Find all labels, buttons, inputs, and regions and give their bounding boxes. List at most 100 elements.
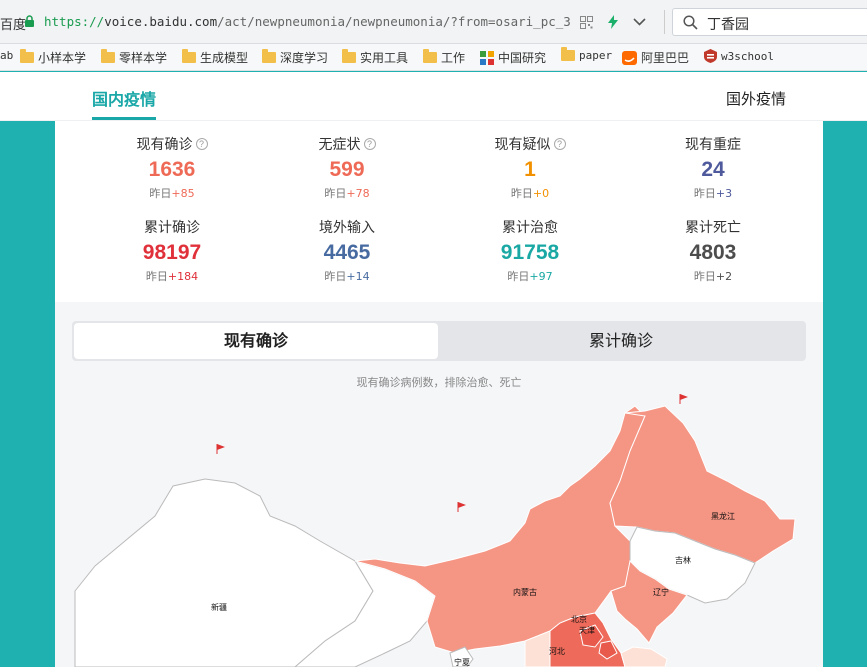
stat-total-confirmed: 累计确诊 98197 昨日+184 bbox=[82, 218, 262, 284]
province-label-jilin: 吉林 bbox=[675, 555, 691, 565]
domestic-card: 现有确诊? 1636 昨日+85 无症状? 599 昨日+78 现有疑似? 1 … bbox=[55, 121, 823, 667]
chevron-down-icon[interactable] bbox=[633, 18, 646, 26]
lightning-icon[interactable] bbox=[607, 15, 619, 29]
url-field[interactable]: https://voice.baidu.com/act/newpneumonia… bbox=[44, 14, 571, 29]
qr-code-icon[interactable] bbox=[580, 15, 593, 29]
delta-value: +3 bbox=[715, 187, 733, 200]
stats-panel: 现有确诊? 1636 昨日+85 无症状? 599 昨日+78 现有疑似? 1 … bbox=[55, 121, 823, 302]
province-label-liaoning: 辽宁 bbox=[653, 587, 669, 597]
stat-value: 1636 bbox=[148, 158, 196, 181]
cnki-icon bbox=[480, 50, 494, 65]
stat-label: 现有疑似 bbox=[494, 137, 551, 153]
province-label-ningxia: 宁夏 bbox=[454, 657, 470, 667]
province-label-neimenggu: 内蒙古 bbox=[513, 587, 537, 597]
bookmarks-bar: ab 小样本学 零样本学 生成模型 深度学习 实用工具 工作 中国研究 pape… bbox=[0, 44, 867, 71]
delta-prefix: 昨日 bbox=[510, 187, 533, 200]
map-mode-switcher: 现有确诊 累计确诊 bbox=[72, 321, 806, 361]
stat-asymptomatic: 无症状? 599 昨日+78 bbox=[257, 135, 437, 201]
stat-label: 累计确诊 bbox=[144, 220, 200, 236]
folder-icon bbox=[423, 49, 437, 63]
stat-recovered: 累计治愈 91758 昨日+97 bbox=[440, 218, 620, 284]
delta-value: +184 bbox=[167, 270, 199, 283]
bookmark-deep-learning[interactable]: 深度学习 bbox=[262, 49, 328, 66]
bookmark-generative-models[interactable]: 生成模型 bbox=[182, 49, 248, 66]
folder-icon bbox=[182, 49, 196, 63]
stat-label: 现有重症 bbox=[685, 137, 741, 153]
delta-prefix: 昨日 bbox=[149, 187, 172, 200]
alibaba-icon bbox=[622, 50, 637, 65]
delta-value: +97 bbox=[529, 270, 553, 283]
help-icon[interactable]: ? bbox=[363, 138, 376, 150]
browser-address-bar: 百度 https://voice.baidu.com/act/newpneumo… bbox=[0, 0, 867, 44]
map-caption: 现有确诊病例数，排除治愈、死亡 bbox=[356, 376, 522, 389]
stat-label: 无症状 bbox=[318, 137, 361, 153]
stat-value: 1 bbox=[524, 158, 536, 181]
search-box[interactable]: 丁香园 bbox=[672, 8, 867, 36]
stat-label: 现有确诊 bbox=[136, 137, 193, 153]
help-icon[interactable]: ? bbox=[195, 138, 208, 150]
bookmark-tools[interactable]: 实用工具 bbox=[342, 49, 408, 66]
delta-prefix: 昨日 bbox=[324, 270, 347, 283]
province-label-hebei: 河北 bbox=[549, 646, 565, 656]
delta-value: +14 bbox=[346, 270, 370, 283]
stat-value: 4465 bbox=[323, 241, 371, 264]
url-domain: voice.baidu.com bbox=[104, 14, 218, 29]
bookmark-alibaba[interactable]: 阿里巴巴 bbox=[622, 49, 689, 66]
bookmark-paper[interactable]: paper bbox=[561, 47, 612, 62]
active-tab-indicator bbox=[92, 117, 156, 120]
epidemic-tab-bar: 国内疫情 国外疫情 bbox=[0, 72, 867, 121]
china-map: 黑龙江 吉林 辽宁 内蒙古 新疆 北京 天津 河北 宁夏 bbox=[74, 394, 796, 667]
region-shandong[interactable] bbox=[620, 646, 668, 667]
delta-value: +85 bbox=[171, 187, 195, 200]
bookmark-ab[interactable]: ab bbox=[0, 49, 13, 62]
folder-icon bbox=[20, 49, 34, 63]
delta-prefix: 昨日 bbox=[693, 187, 716, 200]
stat-current-confirmed: 现有确诊? 1636 昨日+85 bbox=[82, 135, 262, 201]
flag-icon bbox=[679, 394, 688, 404]
site-label: 百度 bbox=[0, 18, 27, 33]
delta-value: +78 bbox=[346, 187, 370, 200]
stat-deaths: 累计死亡 4803 昨日+2 bbox=[623, 218, 803, 284]
toolbar-divider bbox=[664, 10, 665, 34]
delta-prefix: 昨日 bbox=[507, 270, 530, 283]
province-label-heilongjiang: 黑龙江 bbox=[711, 511, 735, 521]
bookmark-w3school[interactable]: w3school bbox=[704, 49, 774, 63]
w3school-icon bbox=[704, 49, 717, 63]
folder-icon bbox=[262, 49, 276, 63]
tab-total-confirmed[interactable]: 累计确诊 bbox=[438, 323, 804, 359]
url-scheme: https:// bbox=[44, 14, 105, 29]
province-label-beijing: 北京 bbox=[571, 614, 587, 624]
url-path: /act/newpneumonia/newpneumonia/?from=osa… bbox=[217, 14, 571, 29]
search-query: 丁香园 bbox=[707, 17, 749, 33]
tab-foreign[interactable]: 国外疫情 bbox=[726, 88, 786, 109]
stat-value: 24 bbox=[701, 158, 725, 181]
flag-icon bbox=[457, 502, 466, 512]
address-tools bbox=[580, 10, 646, 34]
bookmark-few-shot[interactable]: 小样本学 bbox=[20, 49, 86, 66]
folder-icon bbox=[342, 49, 356, 63]
province-label-tianjin: 天津 bbox=[579, 625, 595, 635]
bookmark-cnki[interactable]: 中国研究 bbox=[480, 49, 546, 66]
delta-value: +0 bbox=[532, 187, 550, 200]
stat-severe: 现有重症 24 昨日+3 bbox=[623, 135, 803, 201]
stat-value: 599 bbox=[329, 158, 365, 181]
stat-suspected: 现有疑似? 1 昨日+0 bbox=[440, 135, 620, 201]
help-icon[interactable]: ? bbox=[553, 138, 566, 150]
tab-domestic[interactable]: 国内疫情 bbox=[92, 86, 156, 110]
delta-value: +2 bbox=[715, 270, 733, 283]
bookmark-work[interactable]: 工作 bbox=[423, 49, 465, 66]
province-label-xinjiang: 新疆 bbox=[211, 602, 227, 612]
delta-prefix: 昨日 bbox=[145, 270, 168, 283]
stat-label: 境外输入 bbox=[319, 220, 375, 236]
bookmark-zero-shot[interactable]: 零样本学 bbox=[101, 49, 167, 66]
lock-icon bbox=[25, 15, 34, 27]
stat-value: 98197 bbox=[142, 241, 202, 264]
stat-value: 91758 bbox=[500, 241, 560, 264]
delta-prefix: 昨日 bbox=[693, 270, 716, 283]
search-icon bbox=[683, 15, 698, 30]
stat-label: 累计死亡 bbox=[685, 220, 741, 236]
stat-value: 4803 bbox=[689, 241, 737, 264]
tab-current-confirmed[interactable]: 现有确诊 bbox=[74, 323, 438, 359]
stat-label: 累计治愈 bbox=[502, 220, 558, 236]
flag-icon bbox=[216, 444, 225, 454]
